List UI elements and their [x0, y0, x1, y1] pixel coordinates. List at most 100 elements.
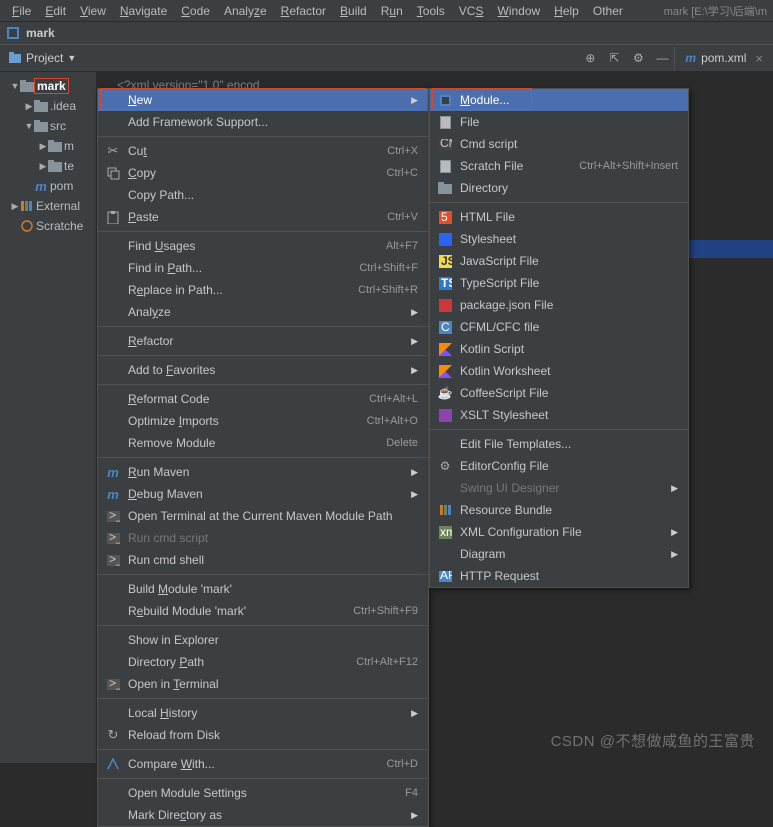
menu-item-diagram[interactable]: Diagram▶ [430, 543, 688, 565]
menu-item-file[interactable]: File [430, 111, 688, 133]
tree-row-3[interactable]: ▶m [0, 136, 96, 156]
menu-other[interactable]: Other [587, 2, 629, 20]
menu-item-paste[interactable]: PasteCtrl+V [98, 206, 428, 228]
menu-item-reload-from-disk[interactable]: ↻Reload from Disk [98, 724, 428, 746]
menu-item-swing-ui-designer[interactable]: Swing UI Designer▶ [430, 477, 688, 499]
tree-row-4[interactable]: ▶te [0, 156, 96, 176]
menu-item-stylesheet[interactable]: Stylesheet [430, 228, 688, 250]
menu-item-copy-path[interactable]: Copy Path... [98, 184, 428, 206]
menu-item-optimize-imports[interactable]: Optimize ImportsCtrl+Alt+O [98, 410, 428, 432]
menu-window[interactable]: Window [491, 2, 546, 20]
menu-item-cut[interactable]: ✂CutCtrl+X [98, 140, 428, 162]
menu-refactor[interactable]: Refactor [275, 2, 332, 20]
gear-icon[interactable]: ⚙ [626, 46, 650, 70]
menu-item-typescript-file[interactable]: TSTypeScript File [430, 272, 688, 294]
tree-row-6[interactable]: ▶External [0, 196, 96, 216]
menu-item-xslt-stylesheet[interactable]: XSLT Stylesheet [430, 404, 688, 426]
menu-item-label: Compare With... [128, 757, 379, 771]
folder-icon [20, 79, 34, 93]
menu-item-cfml-cfc-file[interactable]: CCFML/CFC file [430, 316, 688, 338]
menu-view[interactable]: View [74, 2, 112, 20]
menu-file[interactable]: File [6, 2, 37, 20]
menu-item-xml-configuration-file[interactable]: xmlXML Configuration File▶ [430, 521, 688, 543]
menu-item-html-file[interactable]: 5HTML File [430, 206, 688, 228]
menu-item-run-maven[interactable]: mRun Maven▶ [98, 461, 428, 483]
locate-icon[interactable]: ⊕ [578, 46, 602, 70]
menu-edit[interactable]: Edit [39, 2, 72, 20]
menu-build[interactable]: Build [334, 2, 373, 20]
tree-arrow-icon[interactable]: ▶ [38, 141, 48, 152]
cmd-icon: CMD [436, 139, 454, 150]
minimize-icon[interactable]: — [650, 46, 674, 70]
menu-item-copy[interactable]: CopyCtrl+C [98, 162, 428, 184]
menu-run[interactable]: Run [375, 2, 409, 20]
menu-item-compare-with[interactable]: Compare With...Ctrl+D [98, 753, 428, 775]
menu-item-debug-maven[interactable]: mDebug Maven▶ [98, 483, 428, 505]
expand-icon[interactable]: ⇱ [602, 46, 626, 70]
menu-item-editorconfig-file[interactable]: ⚙EditorConfig File [430, 455, 688, 477]
menu-analyze[interactable]: Analyze [218, 2, 273, 20]
menu-item-kotlin-script[interactable]: Kotlin Script [430, 338, 688, 360]
menu-tools[interactable]: Tools [411, 2, 451, 20]
editor-tab-pom[interactable]: m pom.xml × [674, 47, 773, 70]
tree-arrow-icon[interactable]: ▼ [10, 81, 20, 91]
menu-item-run-cmd-script[interactable]: >_Run cmd script [98, 527, 428, 549]
menu-item-remove-module[interactable]: Remove ModuleDelete [98, 432, 428, 454]
shortcut: Alt+F7 [386, 240, 418, 252]
project-tree[interactable]: ▼mark▶.idea▼src▶m▶tempom▶ExternalScratch… [0, 72, 97, 763]
project-name[interactable]: mark [26, 26, 55, 40]
menu-item-kotlin-worksheet[interactable]: Kotlin Worksheet [430, 360, 688, 382]
menu-item-scratch-file[interactable]: Scratch FileCtrl+Alt+Shift+Insert [430, 155, 688, 177]
menu-item-module[interactable]: Module... [430, 89, 688, 111]
navigation-bar: mark [0, 22, 773, 44]
menu-item-directory-path[interactable]: Directory PathCtrl+Alt+F12 [98, 651, 428, 673]
menu-item-label: Copy Path... [128, 188, 418, 202]
menu-item-coffeescript-file[interactable]: ☕CoffeeScript File [430, 382, 688, 404]
menu-item-new[interactable]: New▶ [98, 89, 428, 111]
menu-help[interactable]: Help [548, 2, 585, 20]
tree-row-5[interactable]: mpom [0, 176, 96, 196]
tree-row-2[interactable]: ▼src [0, 116, 96, 136]
submenu-arrow-icon: ▶ [411, 489, 418, 500]
tree-row-7[interactable]: Scratche [0, 216, 96, 236]
menu-item-replace-in-path[interactable]: Replace in Path...Ctrl+Shift+R [98, 279, 428, 301]
menu-item-rebuild-module-mark[interactable]: Rebuild Module 'mark'Ctrl+Shift+F9 [98, 600, 428, 622]
menu-item-add-framework-support[interactable]: Add Framework Support... [98, 111, 428, 133]
menu-item-resource-bundle[interactable]: Resource Bundle [430, 499, 688, 521]
terminal-icon: >_ [104, 533, 122, 544]
menu-item-add-to-favorites[interactable]: Add to Favorites▶ [98, 359, 428, 381]
menu-item-reformat-code[interactable]: Reformat CodeCtrl+Alt+L [98, 388, 428, 410]
menu-item-find-usages[interactable]: Find UsagesAlt+F7 [98, 235, 428, 257]
menu-item-show-in-explorer[interactable]: Show in Explorer [98, 629, 428, 651]
menu-item-open-module-settings[interactable]: Open Module SettingsF4 [98, 782, 428, 804]
menu-navigate[interactable]: Navigate [114, 2, 173, 20]
menu-item-package-json-file[interactable]: package.json File [430, 294, 688, 316]
menu-item-directory[interactable]: Directory [430, 177, 688, 199]
project-tool-button[interactable]: Project ▼ [0, 47, 84, 69]
menu-item-analyze[interactable]: Analyze▶ [98, 301, 428, 323]
menu-item-cmd-script[interactable]: CMDCmd script [430, 133, 688, 155]
menu-item-javascript-file[interactable]: JSJavaScript File [430, 250, 688, 272]
menu-item-mark-directory-as[interactable]: Mark Directory as▶ [98, 804, 428, 826]
menu-item-edit-file-templates[interactable]: Edit File Templates... [430, 433, 688, 455]
tree-arrow-icon[interactable]: ▶ [10, 201, 20, 212]
tree-arrow-icon[interactable]: ▼ [24, 121, 34, 131]
tree-arrow-icon[interactable]: ▶ [24, 101, 34, 112]
menu-item-find-in-path[interactable]: Find in Path...Ctrl+Shift+F [98, 257, 428, 279]
close-icon[interactable]: × [755, 51, 763, 66]
menu-code[interactable]: Code [175, 2, 216, 20]
menu-vcs[interactable]: VCS [453, 2, 490, 20]
svg-text:>_: >_ [109, 533, 120, 544]
svg-text:xml: xml [440, 526, 452, 539]
tree-arrow-icon[interactable]: ▶ [38, 161, 48, 172]
menu-item-open-in-terminal[interactable]: >_Open in Terminal [98, 673, 428, 695]
menu-item-http-request[interactable]: APIHTTP Request [430, 565, 688, 587]
menu-item-build-module-mark[interactable]: Build Module 'mark' [98, 578, 428, 600]
menu-item-local-history[interactable]: Local History▶ [98, 702, 428, 724]
menu-item-open-terminal-at-the-current-maven-module-path[interactable]: >_Open Terminal at the Current Maven Mod… [98, 505, 428, 527]
menu-item-refactor[interactable]: Refactor▶ [98, 330, 428, 352]
menu-item-run-cmd-shell[interactable]: >_Run cmd shell [98, 549, 428, 571]
tree-row-1[interactable]: ▶.idea [0, 96, 96, 116]
svg-text:CMD: CMD [440, 139, 452, 150]
tree-row-0[interactable]: ▼mark [0, 76, 96, 96]
